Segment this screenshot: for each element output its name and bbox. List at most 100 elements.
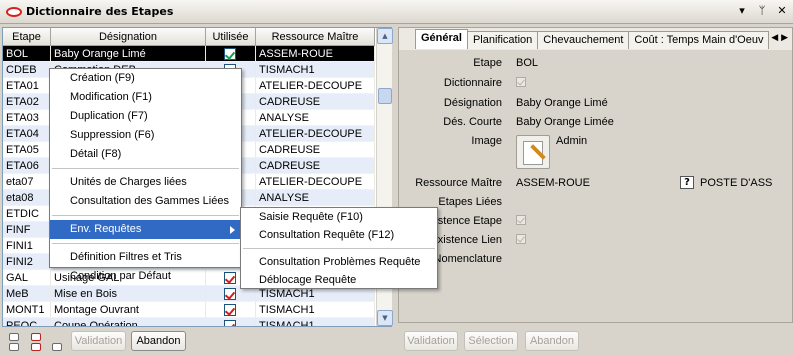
used-checkbox-icon[interactable] [224, 288, 236, 300]
cell-etape: FINF [3, 222, 51, 237]
table-row[interactable]: PEOC Coupe Opération TISMACH1 [3, 318, 375, 326]
cell-etape: ETA04 [3, 126, 51, 141]
window-titlebar: Dictionnaire des Etapes ▾ ᛘ ✕ [0, 0, 793, 24]
cell-etape: ETA02 [3, 94, 51, 109]
checkbox-existence-etape [516, 215, 526, 225]
tab-strip: Général Planification Chevauchement Coût… [415, 29, 770, 49]
help-icon[interactable]: ? [680, 176, 694, 189]
cell-ressource: ANALYSE [256, 110, 375, 125]
close-icon[interactable]: ✕ [775, 4, 789, 18]
submenu-requetes: Saisie Requête (F10) Consultation Requêt… [240, 207, 438, 289]
cell-etape: eta08 [3, 190, 51, 205]
up-icon[interactable] [9, 343, 19, 351]
cell-ressource: ANALYSE [256, 190, 375, 205]
label-designation: Désignation [443, 97, 502, 109]
cell-ressource: TISMACH1 [256, 302, 375, 317]
column-header-designation[interactable]: Désignation [51, 28, 206, 45]
validation-button-right[interactable]: Validation [404, 331, 458, 351]
menu-item-condition-defaut[interactable]: Condition par Défaut [50, 267, 241, 286]
first-record-icon[interactable] [9, 333, 19, 341]
used-checkbox-icon[interactable] [224, 320, 236, 326]
value-designation: Baby Orange Limé [516, 97, 608, 109]
menu-item-definition-filtres[interactable]: Définition Filtres et Tris [50, 248, 241, 267]
menu-item-suppression[interactable]: Suppression (F6) [50, 126, 241, 145]
validation-button-left[interactable]: Validation [71, 331, 126, 351]
grid-header: Etape Désignation Utilisée Ressource Maî… [3, 28, 375, 46]
used-checkbox-icon[interactable] [224, 304, 236, 316]
cell-etape: ETDIC [3, 206, 51, 221]
value-des-courte: Baby Orange Limée [516, 116, 614, 128]
checkbox-existence-lien [516, 234, 526, 244]
last-record-icon[interactable] [52, 343, 62, 351]
cell-etape: PEOC [3, 318, 51, 326]
down-icon[interactable] [31, 343, 41, 351]
submenu-item-problemes[interactable]: Consultation Problèmes Requête [241, 253, 437, 271]
window-title: Dictionnaire des Etapes [26, 5, 174, 18]
cell-etape: ETA06 [3, 158, 51, 173]
menu-item-modification[interactable]: Modification (F1) [50, 88, 241, 107]
submenu-item-saisie[interactable]: Saisie Requête (F10) [241, 208, 437, 226]
menu-separator [52, 215, 239, 216]
cell-ressource: CADREUSE [256, 94, 375, 109]
cell-etape: ETA03 [3, 110, 51, 125]
cell-designation: Montage Ouvrant [51, 302, 206, 317]
cell-utilisee [206, 46, 256, 61]
label-des-courte: Dés. Courte [443, 116, 502, 128]
menu-item-env-requetes[interactable]: Env. Requêtes [50, 220, 241, 239]
scroll-thumb[interactable] [378, 88, 392, 104]
detail-panel: Général Planification Chevauchement Coût… [398, 27, 793, 323]
cell-ressource: CADREUSE [256, 158, 375, 173]
scroll-up-icon[interactable]: ▲ [377, 28, 393, 44]
cell-etape: MONT1 [3, 302, 51, 317]
tab-general[interactable]: Général [415, 29, 468, 49]
submenu-item-deblocage[interactable]: Déblocage Requête [241, 271, 437, 289]
selection-button[interactable]: Sélection [464, 331, 518, 351]
pin-icon[interactable]: ᛘ [755, 4, 769, 18]
cell-designation: Baby Orange Limé [51, 46, 206, 61]
table-row[interactable]: BOL Baby Orange Limé ASSEM-ROUE [3, 46, 375, 62]
cell-ressource: ATELIER-DECOUPE [256, 174, 375, 189]
column-header-ressource[interactable]: Ressource Maître [256, 28, 375, 45]
menu-item-detail[interactable]: Détail (F8) [50, 145, 241, 164]
label-image: Image [471, 135, 502, 147]
image-edit-icon[interactable] [516, 135, 550, 169]
used-checkbox-icon[interactable] [224, 48, 236, 60]
cell-etape: FINI2 [3, 254, 51, 269]
menu-item-duplication[interactable]: Duplication (F7) [50, 107, 241, 126]
app-icon [6, 6, 22, 17]
cell-ressource: TISMACH1 [256, 318, 375, 326]
cell-etape: MeB [3, 286, 51, 301]
cell-ressource: CADREUSE [256, 142, 375, 157]
tab-cout[interactable]: Coût : Temps Main d'Oeuv [628, 31, 770, 49]
dropdown-icon[interactable]: ▾ [735, 4, 749, 18]
value-ressource: ASSEM-ROUE [516, 177, 590, 189]
menu-item-unites-charges[interactable]: Unités de Charges liées [50, 173, 241, 192]
cell-etape: FINI1 [3, 238, 51, 253]
label-ressource: Ressource Maître [415, 177, 502, 189]
label-etape: Etape [473, 57, 502, 69]
tab-planification[interactable]: Planification [466, 31, 539, 49]
cell-ressource: ATELIER-DECOUPE [256, 78, 375, 93]
menu-item-consultation-gammes[interactable]: Consultation des Gammes Liées [50, 192, 241, 211]
tab-scroll-arrows[interactable]: ◀ ▶ [771, 33, 788, 43]
table-row[interactable]: MONT1 Montage Ouvrant TISMACH1 [3, 302, 375, 318]
cell-etape: ETA01 [3, 78, 51, 93]
cell-etape: CDEB [3, 62, 51, 77]
cell-utilisee [206, 318, 256, 326]
column-header-etape[interactable]: Etape [3, 28, 51, 45]
abandon-button-left[interactable]: Abandon [131, 331, 186, 351]
menu-separator [243, 248, 435, 249]
value-etape: BOL [516, 57, 539, 69]
column-header-utilisee[interactable]: Utilisée [206, 28, 256, 45]
prev-record-icon[interactable] [31, 333, 41, 341]
menu-item-creation[interactable]: Création (F9) [50, 69, 241, 88]
cell-ressource: ASSEM-ROUE [256, 46, 375, 61]
cell-etape: eta07 [3, 174, 51, 189]
label-dictionnaire: Dictionnaire [443, 77, 502, 89]
context-menu: Création (F9) Modification (F1) Duplicat… [49, 68, 242, 282]
submenu-item-consultation[interactable]: Consultation Requête (F12) [241, 226, 437, 244]
menu-separator [52, 243, 239, 244]
tab-chevauchement[interactable]: Chevauchement [537, 31, 630, 49]
scroll-down-icon[interactable]: ▼ [377, 310, 393, 326]
abandon-button-right[interactable]: Abandon [525, 331, 579, 351]
